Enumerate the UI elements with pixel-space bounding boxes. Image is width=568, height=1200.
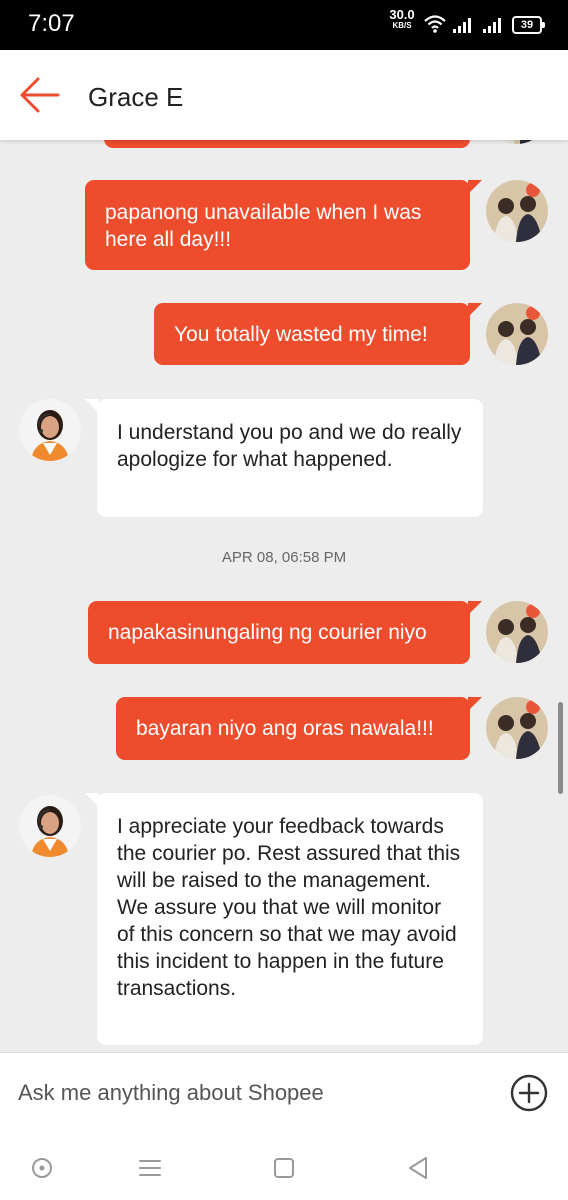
message-text: napakasinungaling ng courier niyo — [108, 621, 427, 644]
menu-icon[interactable] — [136, 1154, 164, 1182]
home-circle-icon[interactable] — [28, 1154, 56, 1182]
plus-circle-icon[interactable] — [510, 1074, 548, 1112]
user-avatar[interactable] — [486, 140, 548, 144]
user-avatar[interactable] — [486, 303, 548, 365]
network-speed-value: 30.0 — [389, 7, 415, 22]
message-bubble-partial — [104, 140, 470, 148]
message-bubble-outgoing[interactable]: You totally wasted my time! — [154, 303, 482, 365]
back-arrow-icon[interactable] — [18, 75, 62, 115]
message-bubble-outgoing[interactable]: bayaran niyo ang oras nawala!!! — [116, 697, 482, 760]
message-bubble-outgoing[interactable]: napakasinungaling ng courier niyo — [88, 601, 482, 664]
signal-icon-2 — [483, 18, 501, 33]
user-avatar[interactable] — [486, 697, 548, 759]
agent-avatar[interactable] — [19, 795, 81, 857]
message-text: papanong unavailable when I was here all… — [105, 201, 422, 251]
signal-icon — [453, 18, 471, 33]
message-text: I appreciate your feedback towards the c… — [117, 815, 461, 1000]
square-icon[interactable] — [270, 1154, 298, 1182]
status-bar: 7:07 30.0 KB/S 39 — [0, 0, 568, 50]
message-bubble-outgoing[interactable]: papanong unavailable when I was here all… — [85, 180, 482, 270]
chat-messages[interactable]: papanong unavailable when I was here all… — [0, 140, 568, 1052]
system-nav-bar — [0, 1138, 568, 1200]
agent-avatar[interactable] — [19, 399, 81, 461]
network-speed: 30.0 KB/S — [386, 8, 418, 30]
chat-title: Grace E — [88, 82, 184, 112]
battery-icon: 39 — [512, 16, 545, 34]
network-speed-unit: KB/S — [392, 21, 412, 30]
chat-input-bar — [0, 1052, 568, 1138]
status-time: 7:07 — [28, 10, 75, 37]
back-triangle-icon[interactable] — [404, 1154, 432, 1182]
chat-scrollbar[interactable] — [558, 702, 563, 794]
message-text: You totally wasted my time! — [174, 323, 428, 346]
chat-header: Grace E — [0, 50, 568, 140]
message-text: I understand you po and we do really apo… — [117, 421, 462, 471]
message-text: bayaran niyo ang oras nawala!!! — [136, 717, 434, 740]
user-avatar[interactable] — [486, 180, 548, 242]
user-avatar[interactable] — [486, 601, 548, 663]
message-bubble-incoming[interactable]: I understand you po and we do really apo… — [85, 399, 483, 517]
wifi-icon — [424, 15, 446, 33]
message-timestamp: APR 08, 06:58 PM — [221, 549, 347, 566]
message-bubble-incoming[interactable]: I appreciate your feedback towards the c… — [85, 793, 483, 1045]
chat-input[interactable] — [18, 1075, 488, 1111]
